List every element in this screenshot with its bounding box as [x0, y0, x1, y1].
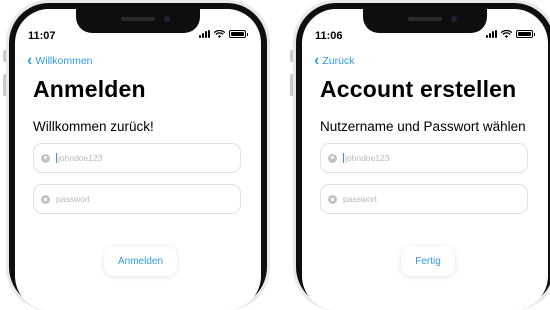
phone-register: 11:06 ‹ Zurück Account erstellen Nutzern…	[290, 0, 550, 310]
volume-button	[290, 74, 293, 96]
username-input[interactable]	[58, 153, 208, 163]
mute-switch	[3, 50, 6, 62]
chevron-left-icon: ‹	[314, 52, 320, 69]
page-title: Anmelden	[33, 76, 146, 102]
signal-icon	[199, 30, 210, 38]
chevron-left-icon: ‹	[27, 52, 33, 69]
screen: 11:06 ‹ Zurück Account erstellen Nutzern…	[302, 9, 548, 310]
username-field[interactable]	[33, 143, 241, 173]
notch	[363, 9, 487, 33]
page-title: Account erstellen	[320, 76, 517, 102]
notch	[76, 9, 200, 33]
login-button[interactable]: Anmelden	[104, 246, 177, 276]
status-time: 11:07	[28, 30, 56, 42]
text-cursor	[56, 153, 57, 163]
done-button[interactable]: Fertig	[401, 246, 455, 276]
wifi-icon	[214, 30, 225, 38]
lock-icon	[41, 194, 50, 204]
mute-switch	[290, 50, 293, 62]
status-icons	[199, 30, 248, 38]
status-icons	[486, 30, 535, 38]
battery-icon	[516, 30, 535, 38]
camera	[164, 16, 170, 22]
user-icon	[41, 153, 50, 163]
camera	[451, 16, 457, 22]
username-field[interactable]	[320, 143, 528, 173]
page-subtitle: Nutzername und Passwort wählen	[320, 119, 526, 134]
back-label: Willkommen	[35, 55, 93, 67]
status-time: 11:06	[315, 30, 343, 42]
speaker	[408, 17, 442, 21]
screen: 11:07 ‹ Willkommen Anmelden Willkommen z…	[15, 9, 261, 310]
password-field[interactable]	[33, 184, 241, 214]
speaker	[121, 17, 155, 21]
user-icon	[328, 153, 337, 163]
signal-icon	[486, 30, 497, 38]
volume-button	[3, 74, 6, 96]
password-input[interactable]	[56, 194, 206, 204]
password-field[interactable]	[320, 184, 528, 214]
password-input[interactable]	[343, 194, 493, 204]
phone-login: 11:07 ‹ Willkommen Anmelden Willkommen z…	[3, 0, 270, 310]
text-cursor	[343, 153, 344, 163]
back-button[interactable]: ‹ Willkommen	[27, 52, 93, 69]
battery-icon	[229, 30, 248, 38]
page-subtitle: Willkommen zurück!	[33, 119, 154, 134]
back-button[interactable]: ‹ Zurück	[314, 52, 355, 69]
wifi-icon	[501, 30, 512, 38]
back-label: Zurück	[322, 55, 355, 67]
lock-icon	[328, 194, 337, 204]
username-input[interactable]	[345, 153, 495, 163]
